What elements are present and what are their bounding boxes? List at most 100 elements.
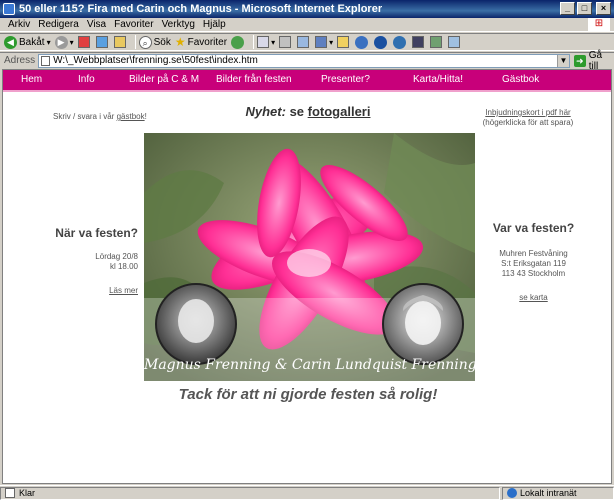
edit-icon [297, 36, 310, 48]
invite-note: (högerklicka för att spara) [482, 118, 574, 127]
menubar: Arkiv Redigera Visa Favoriter Verktyg Hj… [0, 18, 614, 32]
menu-verktyg[interactable]: Verktyg [158, 19, 199, 30]
guestbook-prompt: Skriv / svara i vår gästbok! [53, 112, 147, 121]
back-arrow-icon: ◀ [4, 35, 17, 49]
favorites-button[interactable]: ★ Favoriter [175, 35, 227, 49]
back-label: Bakåt [19, 36, 45, 48]
chevron-down-icon[interactable]: ▾ [271, 38, 275, 47]
map-link[interactable]: se karta [481, 293, 586, 302]
news-mid: se [285, 104, 308, 119]
go-arrow-icon: ➜ [573, 54, 586, 67]
forward-button[interactable]: ▶ ▾ [54, 35, 74, 49]
address-input[interactable]: W:\_Webbplatser\frenning.se\50fest\index… [38, 53, 570, 68]
extension-button[interactable] [448, 36, 462, 48]
search-icon: ⌕ [138, 35, 152, 49]
close-button[interactable]: × [596, 2, 611, 15]
where-city: 113 43 Stockholm [501, 269, 566, 278]
messenger-icon [355, 35, 369, 49]
address-bar: Adress W:\_Webbplatser\frenning.se\50fes… [0, 50, 614, 72]
ie-icon [3, 3, 15, 15]
minimize-button[interactable]: _ [560, 2, 575, 15]
edit-button[interactable] [297, 36, 311, 48]
messenger-button[interactable] [355, 35, 370, 49]
address-value: W:\_Webbplatser\frenning.se\50fest\index… [53, 55, 258, 66]
when-time: kl 18.00 [109, 262, 138, 271]
chevron-down-icon[interactable]: ▾ [47, 38, 51, 47]
read-more-link[interactable]: Läs mer [43, 286, 138, 295]
nav-info[interactable]: Info [78, 74, 95, 85]
invite-pdf-link[interactable]: Inbjudningskort i pdf här [478, 108, 578, 118]
history-button[interactable] [231, 35, 246, 49]
tools-button[interactable] [430, 36, 444, 48]
nav-presenter[interactable]: Presenter? [321, 74, 370, 85]
stop-icon [77, 36, 90, 48]
favorites-label: Favoriter [187, 36, 228, 48]
extension-icon [448, 36, 461, 48]
mail-icon [257, 36, 270, 48]
hero-photo [144, 133, 475, 381]
site-navbar: Hem Info Bilder på C & M Bilder från fes… [3, 70, 611, 90]
discuss-button[interactable]: ▾ [315, 36, 333, 48]
nav-bilder-festen[interactable]: Bilder från festen [216, 74, 292, 85]
toolbar-separator [253, 35, 255, 49]
maximize-button[interactable]: □ [577, 2, 592, 15]
page-icon [5, 488, 15, 498]
globe-button[interactable] [374, 35, 389, 49]
refresh-button[interactable] [95, 36, 110, 48]
forward-arrow-icon: ▶ [54, 35, 68, 49]
nav-hem[interactable]: Hem [21, 74, 42, 85]
status-text: Klar [19, 488, 36, 498]
research-button[interactable] [412, 36, 426, 48]
mail-button[interactable]: ▾ [257, 36, 275, 48]
photo-gallery-link[interactable]: fotogalleri [308, 104, 371, 119]
menu-arkiv[interactable]: Arkiv [4, 19, 34, 30]
guestbook-link[interactable]: gästbok [117, 112, 145, 121]
menu-favoriter[interactable]: Favoriter [110, 19, 157, 30]
menu-visa[interactable]: Visa [83, 19, 110, 30]
statusbar: Klar Lokalt intranät [0, 485, 614, 500]
windows-logo-icon: ⊞ [588, 18, 610, 32]
thanks-message: Tack för att ni gjorde festen så rolig! [178, 386, 438, 403]
home-icon [113, 36, 126, 48]
address-label: Adress [4, 55, 36, 66]
print-button[interactable] [279, 36, 293, 48]
guestbook-prefix: Skriv / svara i vår [53, 112, 117, 121]
hero-caption: Magnus Frenning & Carin Lundquist Frenni… [144, 357, 475, 373]
folder-icon [337, 36, 350, 48]
nav-bilder-cm[interactable]: Bilder på C & M [129, 74, 199, 85]
back-button[interactable]: ◀ Bakåt ▾ [4, 35, 51, 49]
home-button[interactable] [113, 36, 128, 48]
when-heading: När va festen? [55, 226, 138, 240]
star-icon: ★ [174, 35, 186, 49]
menu-redigera[interactable]: Redigera [34, 19, 83, 30]
window-controls: _ □ × [560, 2, 611, 15]
toolbar: ◀ Bakåt ▾ ▶ ▾ ⌕ Sök ★ Favoriter ▾ ▾ [0, 33, 614, 51]
tools-icon [430, 36, 443, 48]
nav-karta[interactable]: Karta/Hitta! [413, 74, 463, 85]
where-street: S:t Eriksgatan 119 [501, 259, 566, 268]
chevron-down-icon[interactable]: ▾ [70, 38, 74, 47]
folder-button[interactable] [337, 36, 351, 48]
status-left: Klar [0, 486, 500, 500]
search-button[interactable]: ⌕ Sök [138, 35, 171, 49]
when-section: När va festen? Lördag 20/8 kl 18.00 Läs … [43, 226, 138, 295]
news-prefix: Nyhet: [245, 104, 286, 119]
where-heading: Var va festen? [492, 221, 575, 235]
media-icon [393, 35, 407, 49]
media-button[interactable] [393, 35, 408, 49]
window-titlebar[interactable]: 50 eller 115? Fira med Carin och Magnus … [0, 0, 614, 18]
zone-text: Lokalt intranät [520, 488, 577, 498]
when-date: Lördag 20/8 [95, 252, 138, 261]
globe-icon [374, 35, 388, 49]
stop-button[interactable] [77, 36, 92, 48]
invite-box: Inbjudningskort i pdf här (högerklicka f… [478, 108, 578, 128]
nav-gastbok[interactable]: Gästbok [502, 74, 539, 85]
search-label: Sök [153, 36, 171, 48]
chevron-down-icon[interactable]: ▾ [329, 38, 333, 47]
news-banner: Nyhet: se fotogalleri [143, 104, 473, 119]
print-icon [279, 36, 292, 48]
window-title: 50 eller 115? Fira med Carin och Magnus … [19, 3, 383, 15]
address-dropdown-icon[interactable]: ▼ [556, 54, 569, 67]
menu-hjalp[interactable]: Hjälp [199, 19, 230, 30]
history-icon [231, 35, 245, 49]
